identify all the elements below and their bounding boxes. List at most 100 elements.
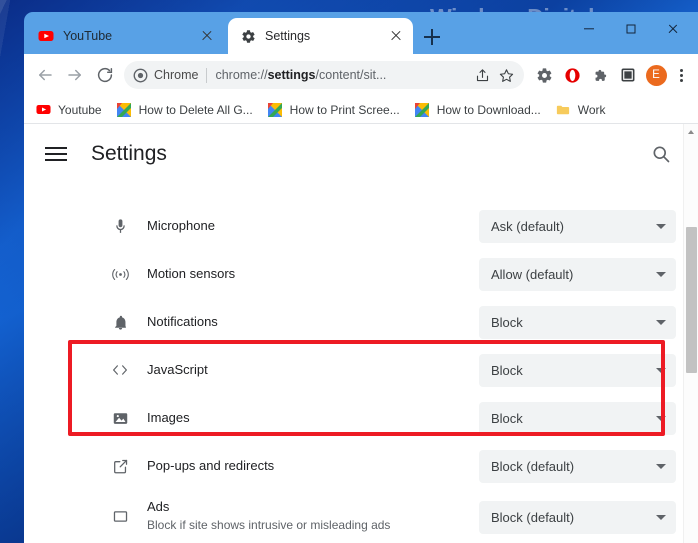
divider	[206, 67, 208, 83]
gear-icon[interactable]	[530, 61, 558, 89]
chevron-down-icon	[656, 319, 666, 325]
dropdown-value: Block (default)	[491, 510, 575, 525]
square-icon[interactable]	[614, 61, 642, 89]
search-icon[interactable]	[648, 141, 674, 167]
setting-label-wrap: Notifications	[147, 313, 218, 331]
setting-label-wrap: JavaScript	[147, 361, 208, 379]
setting-label: Microphone	[147, 218, 215, 233]
colorful-icon	[116, 102, 132, 118]
browser-toolbar: Chrome chrome://settings/content/sit...	[24, 54, 698, 96]
scrollbar-up-arrow[interactable]	[684, 124, 698, 140]
opera-icon[interactable]	[558, 61, 586, 89]
motion-sensors-icon	[110, 264, 130, 284]
tab-strip: YouTube Settings	[24, 12, 698, 54]
bookmark-youtube[interactable]: Youtube	[28, 99, 109, 121]
setting-row-popups[interactable]: Pop-ups and redirects Block (default)	[24, 442, 676, 490]
share-icon[interactable]	[470, 63, 494, 87]
tab-youtube[interactable]: YouTube	[26, 18, 224, 54]
colorful-icon	[267, 102, 283, 118]
close-icon[interactable]	[198, 27, 216, 45]
avatar-initial: E	[645, 64, 667, 86]
setting-label: Ads	[147, 499, 170, 514]
setting-dropdown-microphone[interactable]: Ask (default)	[479, 209, 676, 243]
setting-row-ads[interactable]: Ads Block if site shows intrusive or mis…	[24, 490, 676, 542]
setting-label: Pop-ups and redirects	[147, 458, 275, 473]
arrow-left-icon[interactable]	[30, 60, 60, 90]
colorful-icon	[414, 102, 430, 118]
setting-label-wrap: Pop-ups and redirects	[147, 457, 274, 475]
chrome-logo-icon	[133, 68, 148, 83]
setting-row-javascript[interactable]: JavaScript Block	[24, 346, 676, 394]
bookmark-folder-work[interactable]: Work	[548, 99, 613, 121]
setting-row-microphone[interactable]: Microphone Ask (default)	[24, 202, 676, 250]
new-tab-button[interactable]	[420, 25, 444, 49]
bookmark-how-to-download[interactable]: How to Download...	[407, 99, 548, 121]
setting-row-motion-sensors[interactable]: Motion sensors Allow (default)	[24, 250, 676, 298]
dropdown-value: Block	[491, 362, 523, 378]
setting-dropdown-ads[interactable]: Block (default)	[479, 501, 676, 534]
kebab-icon[interactable]	[670, 61, 692, 89]
star-icon[interactable]	[494, 63, 518, 87]
chevron-down-icon	[656, 223, 666, 229]
tab-label: Settings	[265, 29, 311, 43]
setting-label-wrap: Ads Block if site shows intrusive or mis…	[147, 498, 390, 534]
setting-sublabel: Block if site shows intrusive or mislead…	[147, 518, 391, 532]
bell-icon	[110, 312, 130, 332]
code-brackets-icon	[110, 360, 130, 380]
avatar[interactable]: E	[642, 61, 670, 89]
youtube-icon	[38, 28, 54, 44]
reload-icon[interactable]	[90, 60, 120, 90]
folder-icon	[555, 102, 571, 118]
setting-label: Notifications	[147, 314, 218, 329]
bookmark-label: Work	[577, 102, 606, 117]
minimize-button[interactable]	[568, 14, 610, 44]
dropdown-value: Block	[491, 410, 523, 426]
chevron-down-icon	[656, 367, 666, 373]
setting-row-notifications[interactable]: Notifications Block	[24, 298, 676, 346]
popup-icon	[110, 456, 130, 476]
image-icon	[110, 408, 130, 428]
tab-settings[interactable]: Settings	[228, 18, 413, 54]
chevron-down-icon	[656, 463, 666, 469]
ads-icon	[110, 506, 130, 526]
bookmark-label: How to Print Scree...	[289, 102, 400, 117]
bookmarks-bar: Youtube How to Delete All G... How to Pr…	[24, 96, 698, 124]
setting-dropdown-javascript[interactable]: Block	[479, 353, 676, 387]
address-bar[interactable]: Chrome chrome://settings/content/sit...	[124, 61, 524, 89]
setting-label-wrap: Microphone	[147, 217, 215, 235]
setting-dropdown-popups[interactable]: Block (default)	[479, 449, 676, 483]
bookmark-delete-all-g[interactable]: How to Delete All G...	[109, 99, 260, 121]
scrollbar-thumb[interactable]	[686, 227, 697, 373]
setting-dropdown-motion-sensors[interactable]: Allow (default)	[479, 257, 676, 291]
bookmark-label: How to Delete All G...	[138, 102, 253, 117]
bookmark-print-screen[interactable]: How to Print Scree...	[260, 99, 407, 121]
page-title: Settings	[91, 142, 167, 165]
arrow-right-icon[interactable]	[60, 60, 90, 90]
settings-page: Settings Microphone Ask (default) Motion…	[24, 124, 698, 543]
bookmark-label: Youtube	[58, 102, 102, 117]
tab-label: YouTube	[63, 29, 113, 43]
settings-header: Settings	[24, 124, 698, 184]
setting-label: JavaScript	[147, 362, 208, 377]
chevron-down-icon	[656, 415, 666, 421]
scrollbar-track[interactable]	[683, 124, 698, 543]
puzzle-icon[interactable]	[586, 61, 614, 89]
setting-row-images[interactable]: Images Block	[24, 394, 676, 442]
maximize-button[interactable]	[610, 14, 652, 44]
dropdown-value: Block (default)	[491, 458, 575, 474]
hamburger-menu-icon[interactable]	[45, 143, 67, 165]
dropdown-value: Block	[491, 314, 523, 330]
setting-label-wrap: Motion sensors	[147, 265, 235, 283]
close-window-button[interactable]	[652, 14, 694, 44]
dropdown-value: Ask (default)	[491, 218, 564, 234]
browser-window: YouTube Settings Chrome chrome://setting…	[24, 12, 698, 543]
bookmark-label: How to Download...	[436, 102, 541, 117]
close-icon[interactable]	[387, 27, 405, 45]
gear-icon	[240, 28, 256, 44]
chevron-down-icon	[656, 271, 666, 277]
setting-label: Images	[147, 410, 190, 425]
youtube-icon	[35, 102, 51, 118]
omnibox-chip-label: Chrome	[154, 68, 199, 82]
setting-dropdown-notifications[interactable]: Block	[479, 305, 676, 339]
setting-dropdown-images[interactable]: Block	[479, 401, 676, 435]
